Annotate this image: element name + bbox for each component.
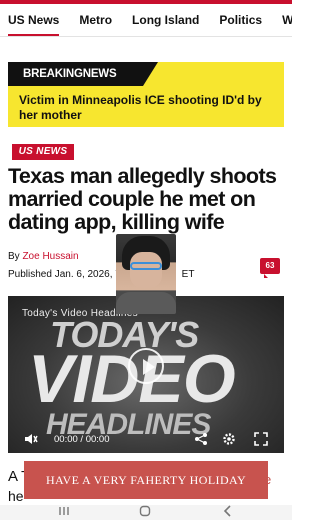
time-current: 00:00	[54, 434, 78, 445]
published-text: Published Jan. 6, 2026, 7	[8, 269, 121, 280]
mute-icon[interactable]	[24, 432, 38, 449]
published-suffix: ET	[181, 269, 195, 280]
article-body-line-2: he	[8, 488, 24, 504]
video-time: 00:00 / 00:00	[54, 434, 109, 445]
byline: By Zoe Hussain	[8, 251, 79, 262]
time-separator: /	[80, 434, 84, 445]
byline-prefix: By	[8, 251, 23, 262]
back-icon[interactable]	[222, 505, 234, 520]
nav-item-us-news[interactable]: US News	[8, 4, 60, 36]
time-total: 00:00	[85, 434, 110, 445]
recents-icon[interactable]	[58, 505, 70, 520]
breaking-news-label: BREAKINGNEWS	[8, 62, 158, 86]
video-controls: 00:00 / 00:00	[8, 425, 284, 453]
avatar-body	[116, 292, 176, 314]
breaking-news-headline[interactable]: Victim in Minneapolis ICE shooting ID'd …	[19, 93, 281, 123]
android-nav-bar	[0, 505, 292, 520]
comment-count-badge[interactable]: 63	[260, 258, 280, 278]
avatar-glasses	[130, 262, 162, 270]
settings-icon[interactable]	[222, 432, 236, 449]
section-tag[interactable]: US NEWS	[12, 144, 74, 160]
fullscreen-icon[interactable]	[254, 432, 268, 449]
author-link[interactable]: Zoe Hussain	[22, 251, 78, 262]
section-nav: US News Metro Long Island Politics World…	[0, 4, 292, 37]
play-icon[interactable]	[128, 348, 164, 384]
breaking-news-banner[interactable]: BREAKINGNEWS Victim in Minneapolis ICE s…	[8, 62, 284, 127]
nav-item-world-news[interactable]: World Ne	[282, 4, 292, 36]
video-player[interactable]: TODAY'S VIDEO HEADLINES Today's Video He…	[8, 296, 284, 453]
article-headline: Texas man allegedly shoots married coupl…	[8, 164, 277, 234]
nav-item-metro[interactable]: Metro	[79, 4, 112, 36]
article-body-peek: e	[264, 472, 272, 487]
share-icon[interactable]	[194, 432, 208, 449]
nav-item-long-island[interactable]: Long Island	[132, 4, 199, 36]
avatar-face	[130, 252, 162, 288]
presenter-avatar-overlay[interactable]	[116, 234, 176, 314]
home-icon[interactable]	[139, 505, 151, 520]
ad-banner[interactable]: HAVE A VERY FAHERTY HOLIDAY	[24, 461, 268, 499]
nav-item-politics[interactable]: Politics	[219, 4, 262, 36]
